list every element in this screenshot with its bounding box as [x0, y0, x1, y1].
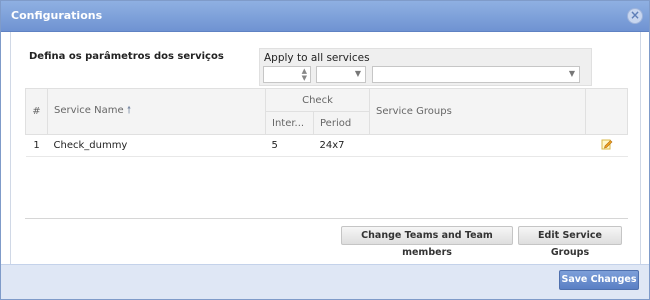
save-changes-button[interactable]: Save Changes	[559, 270, 639, 290]
column-header-service-groups: Service Groups	[369, 88, 586, 135]
close-icon[interactable]: ×	[627, 8, 643, 24]
dialog-titlebar[interactable]: Configurations ×	[1, 1, 649, 32]
dialog-footer: Save Changes	[1, 264, 649, 299]
stepper-arrows-icon[interactable]: ▲ ▼	[302, 68, 307, 82]
row-service-name: Check_dummy	[47, 134, 266, 157]
row-period: 24x7	[313, 134, 370, 157]
interval-stepper[interactable]: ▲ ▼	[263, 66, 311, 83]
column-header-check: Check	[265, 88, 370, 112]
table-row[interactable]: 1 Check_dummy 5 24x7	[25, 134, 628, 157]
column-header-actions	[585, 88, 628, 135]
services-table: # Service Name 🠕 Check Service Groups In…	[25, 88, 628, 157]
service-groups-select[interactable]: ▼	[372, 66, 580, 83]
column-header-interval: Inter...	[265, 111, 314, 135]
section-heading: Defina os parâmetros dos serviços	[29, 51, 224, 62]
column-header-period: Period	[313, 111, 370, 135]
period-select[interactable]: ▼	[316, 66, 366, 83]
apply-to-all-panel: Apply to all services ▲ ▼ ▼ ▼	[259, 48, 592, 86]
dialog-title: Configurations	[11, 9, 103, 22]
row-num: 1	[25, 134, 48, 157]
chevron-down-icon: ▼	[354, 69, 361, 78]
column-header-service-name[interactable]: Service Name 🠕	[47, 88, 266, 135]
row-interval: 5	[265, 134, 314, 157]
edit-pencil-icon[interactable]	[601, 138, 613, 150]
row-edit-cell	[585, 134, 628, 157]
sort-up-icon[interactable]: 🠕	[127, 105, 131, 116]
change-teams-button[interactable]: Change Teams and Team members	[341, 226, 513, 258]
apply-to-all-label: Apply to all services	[264, 52, 370, 64]
dialog-content: Defina os parâmetros dos serviços Apply …	[10, 32, 641, 264]
service-name-header-label: Service Name	[54, 105, 124, 116]
chevron-down-icon: ▼	[568, 69, 575, 78]
content-divider	[25, 218, 628, 219]
configurations-dialog: Configurations × Defina os parâmetros do…	[0, 0, 650, 300]
row-service-groups	[369, 134, 586, 157]
column-header-num: #	[25, 88, 48, 135]
edit-service-groups-button[interactable]: Edit Service Groups	[518, 226, 622, 258]
